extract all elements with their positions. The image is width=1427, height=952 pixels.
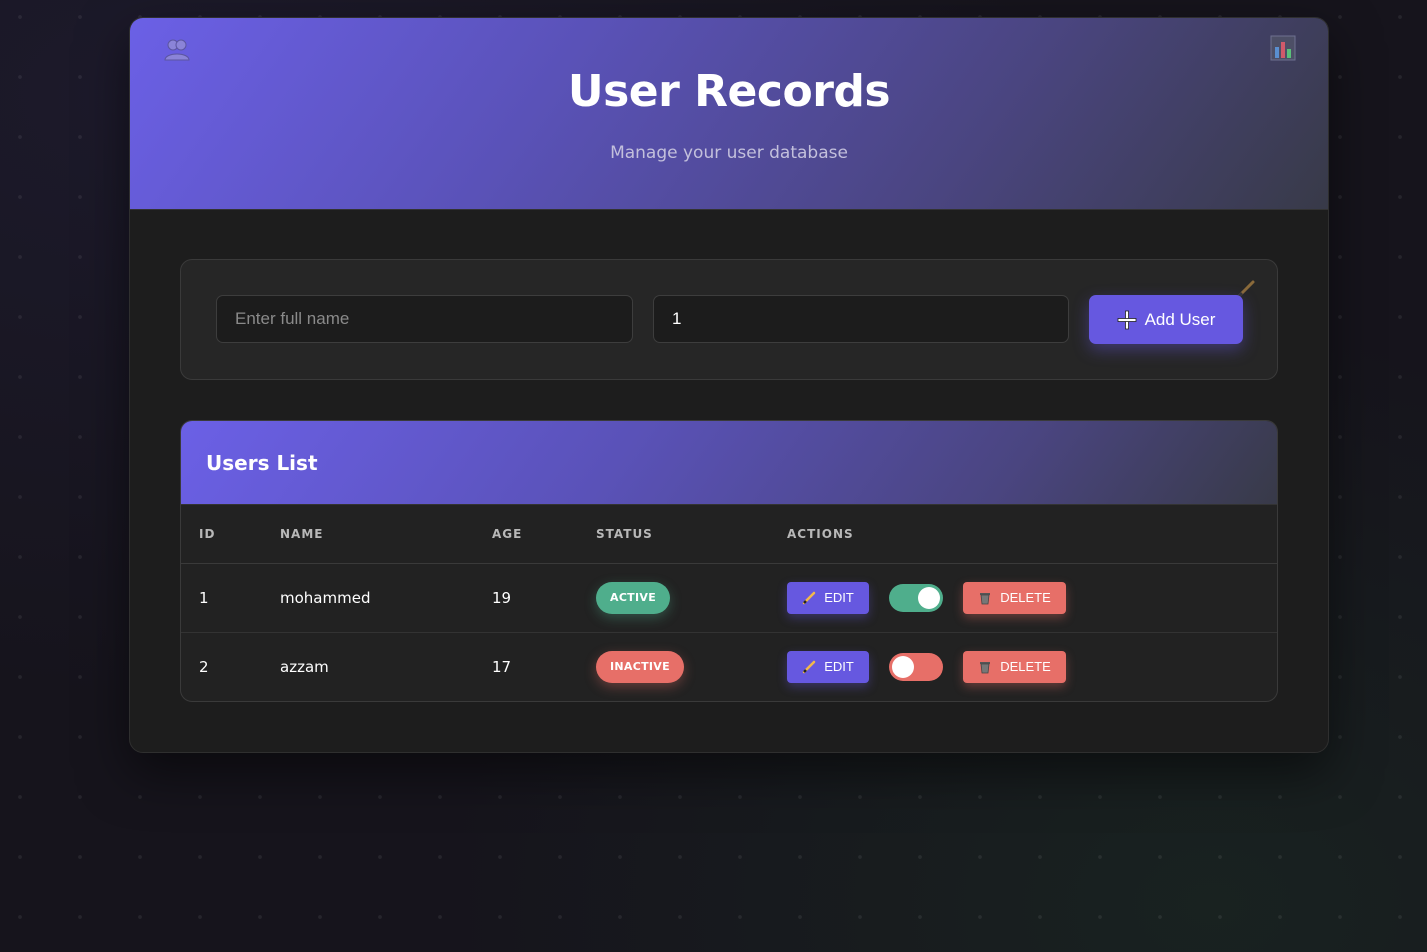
trash-icon: [980, 661, 991, 674]
page-header: User Records Manage your user database: [130, 18, 1328, 210]
plus-icon: [1117, 310, 1136, 329]
add-user-button[interactable]: Add User: [1089, 295, 1243, 344]
column-header-id: ID: [181, 505, 262, 564]
age-input[interactable]: [653, 295, 1069, 343]
edit-button[interactable]: EDIT: [787, 581, 869, 614]
status-badge: INACTIVE: [596, 650, 684, 683]
column-header-name: NAME: [262, 505, 474, 564]
pencil-icon: [802, 660, 816, 673]
add-user-form: Add User: [180, 259, 1278, 380]
delete-button[interactable]: DELETE: [963, 581, 1066, 614]
users-list-header: Users List: [181, 421, 1277, 505]
users-list-title: Users List: [206, 450, 318, 475]
name-input[interactable]: [216, 295, 633, 343]
column-header-status: STATUS: [578, 505, 769, 564]
toggle-knob: [892, 655, 914, 678]
cell-id: 2: [199, 657, 209, 676]
pencil-icon: [802, 591, 816, 604]
cell-status: ACTIVE: [578, 563, 769, 633]
column-header-actions: ACTIONS: [769, 505, 1277, 564]
table-row: 1 mohammed 19 ACTIVE EDIT DELETE: [181, 563, 1277, 633]
users-list: Users List ID NAME AGE STATUS ACTIONS 1 …: [180, 420, 1278, 702]
status-badge: ACTIVE: [596, 581, 671, 614]
cell-actions: EDIT DELETE: [769, 632, 1277, 701]
edit-label: EDIT: [824, 659, 854, 675]
chart-icon: [1270, 35, 1296, 61]
cell-name: mohammed: [262, 563, 474, 633]
column-header-age: AGE: [474, 505, 578, 564]
cell-age: 19: [474, 563, 578, 633]
trash-icon: [980, 592, 991, 604]
users-table: ID NAME AGE STATUS ACTIONS 1 mohammed 19…: [181, 505, 1277, 701]
users-icon: [164, 39, 190, 61]
page-title: User Records: [567, 66, 891, 117]
cell-id: 1: [181, 563, 262, 633]
table-header-row: ID NAME AGE STATUS ACTIONS: [181, 505, 1277, 564]
toggle-knob: [918, 586, 940, 609]
edit-button[interactable]: EDIT: [787, 650, 869, 683]
cell-name: azzam: [280, 657, 329, 676]
main-card: User Records Manage your user database A…: [129, 17, 1329, 753]
edit-label: EDIT: [824, 590, 854, 605]
cell-actions: EDIT DELETE: [769, 563, 1277, 633]
table-row: 2 azzam 17 INACTIVE EDIT DELETE: [181, 632, 1277, 701]
delete-button[interactable]: DELETE: [963, 650, 1066, 683]
page-subtitle: Manage your user database: [610, 143, 848, 163]
delete-label: DELETE: [1000, 659, 1051, 675]
status-toggle[interactable]: [889, 652, 943, 681]
status-toggle[interactable]: [889, 583, 943, 612]
add-user-label: Add User: [1144, 309, 1216, 329]
cell-age: 17: [492, 657, 512, 676]
delete-label: DELETE: [1000, 590, 1051, 605]
cell-status: INACTIVE: [578, 632, 769, 701]
